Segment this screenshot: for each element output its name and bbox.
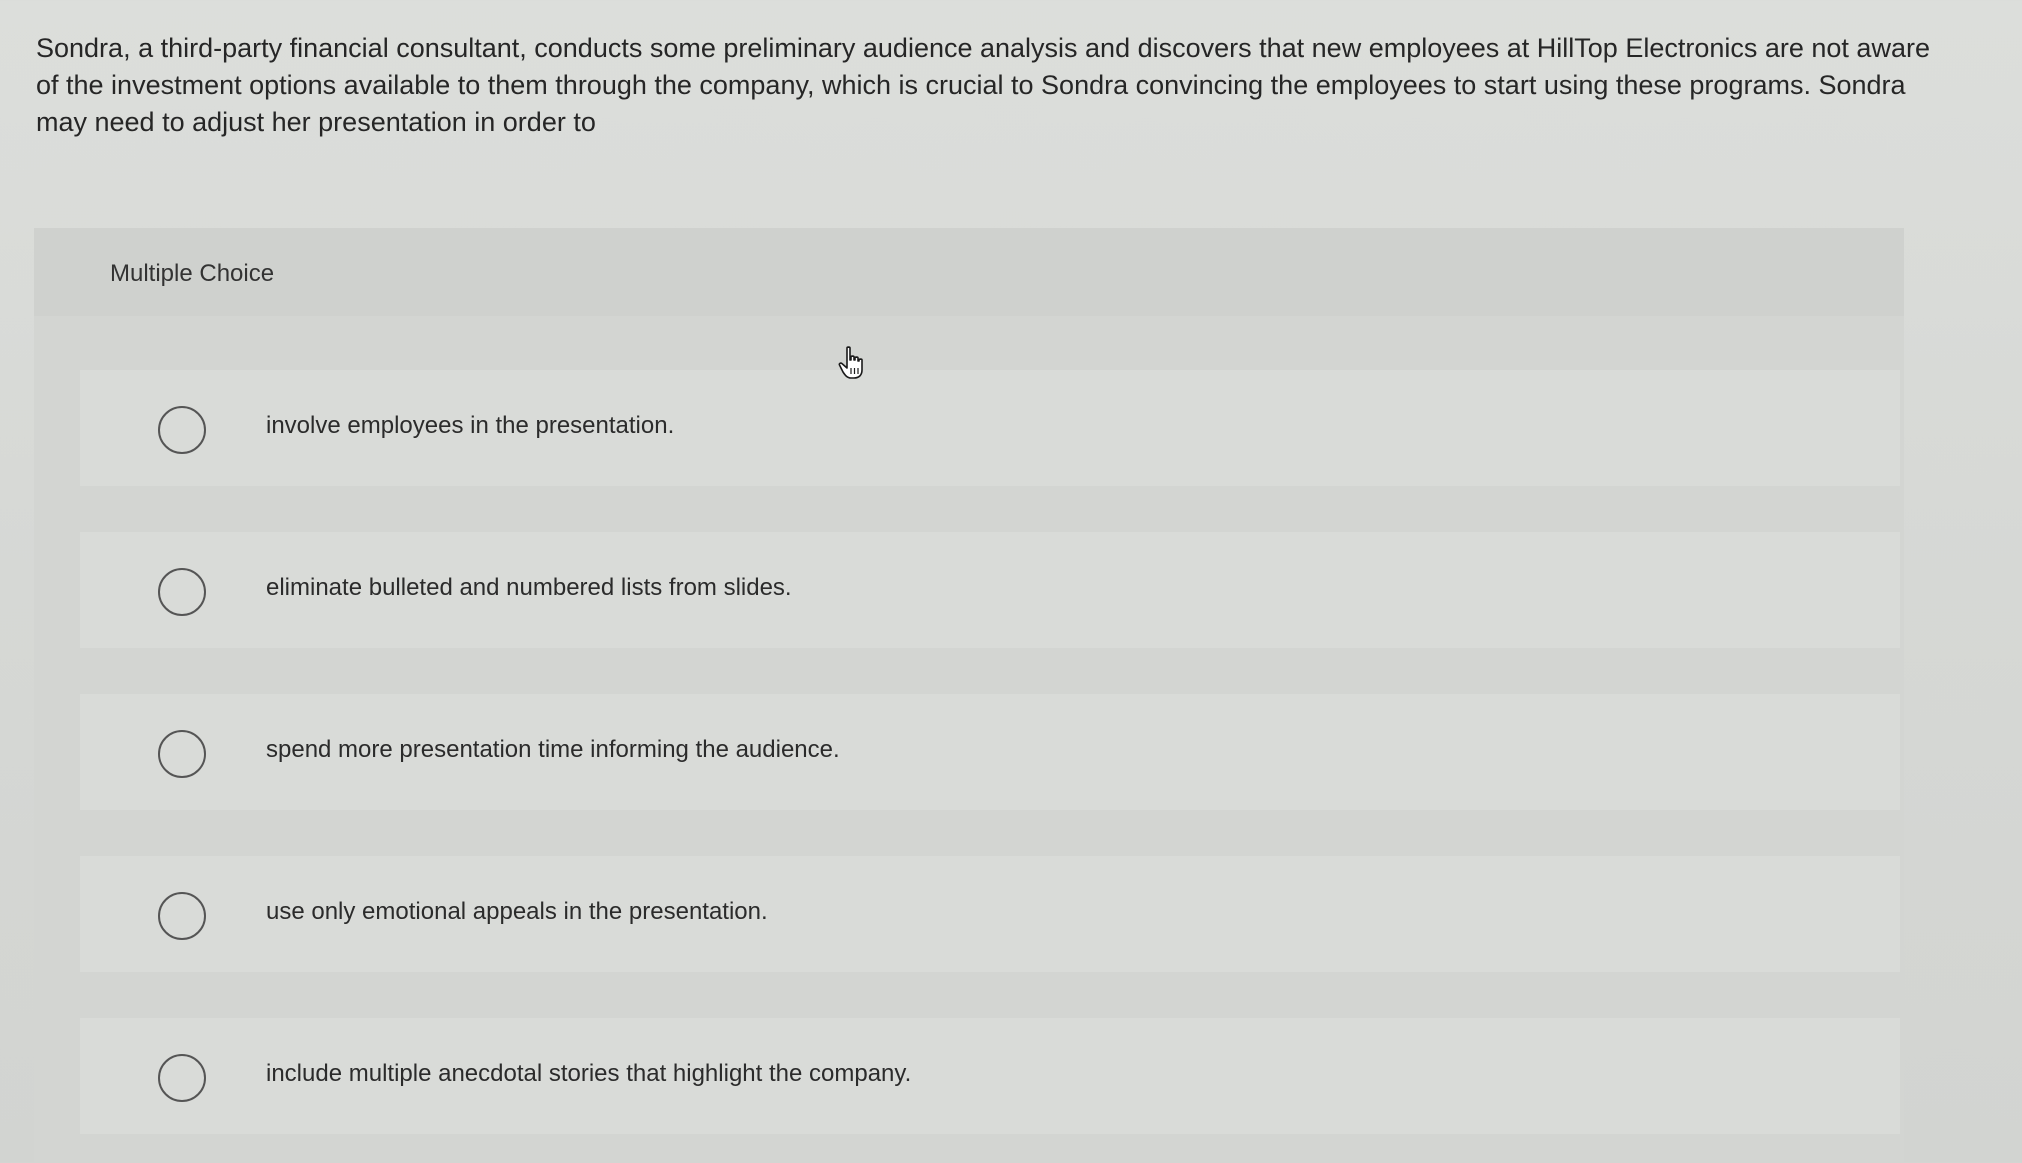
answer-option[interactable]: eliminate bulleted and numbered lists fr… [80, 532, 1900, 648]
answer-option-label: eliminate bulleted and numbered lists fr… [266, 574, 792, 601]
radio-button[interactable] [158, 892, 206, 940]
multiple-choice-panel: Multiple Choice involve employees in the… [34, 228, 1904, 1163]
panel-header: Multiple Choice [34, 228, 1904, 316]
answer-option-label: involve employees in the presentation. [266, 412, 675, 439]
hand-pointer-icon [838, 346, 863, 379]
answer-option[interactable]: involve employees in the presentation. [80, 370, 1900, 486]
radio-button[interactable] [158, 568, 206, 616]
answer-option-label: use only emotional appeals in the presen… [266, 898, 768, 925]
answer-option[interactable]: use only emotional appeals in the presen… [80, 856, 1900, 972]
panel-title: Multiple Choice [110, 260, 275, 287]
answer-option-label: include multiple anecdotal stories that … [266, 1060, 912, 1087]
answer-option[interactable]: include multiple anecdotal stories that … [80, 1018, 1900, 1134]
radio-button[interactable] [158, 1054, 206, 1102]
answer-options: involve employees in the presentation. e… [80, 370, 1900, 1163]
radio-button[interactable] [158, 730, 206, 778]
radio-button[interactable] [158, 406, 206, 454]
question-text: Sondra, a third-party financial consulta… [36, 33, 1930, 137]
answer-option[interactable]: spend more presentation time informing t… [80, 694, 1900, 810]
answer-option-label: spend more presentation time informing t… [266, 736, 840, 763]
